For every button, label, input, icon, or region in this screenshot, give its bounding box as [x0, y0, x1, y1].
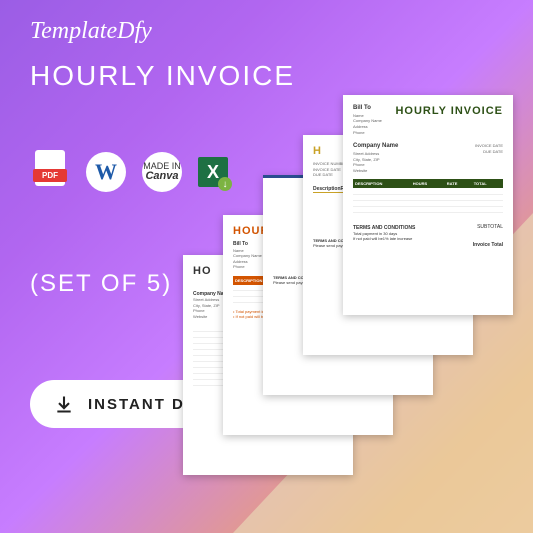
- word-icon: W: [86, 152, 126, 192]
- brand-name: TemplateDfy: [30, 18, 152, 45]
- template-preview-stack: Bill To Name Company Name Address Phone …: [193, 95, 513, 495]
- set-count-label: (SET OF 5): [30, 270, 172, 298]
- pdf-icon: PDF: [30, 150, 70, 194]
- template-preview-1: Bill To Name Company Name Address Phone …: [343, 95, 513, 315]
- page-title: HOURLY INVOICE: [30, 60, 295, 92]
- canva-icon: MADE IN Canva: [142, 152, 182, 192]
- download-icon: [54, 394, 74, 414]
